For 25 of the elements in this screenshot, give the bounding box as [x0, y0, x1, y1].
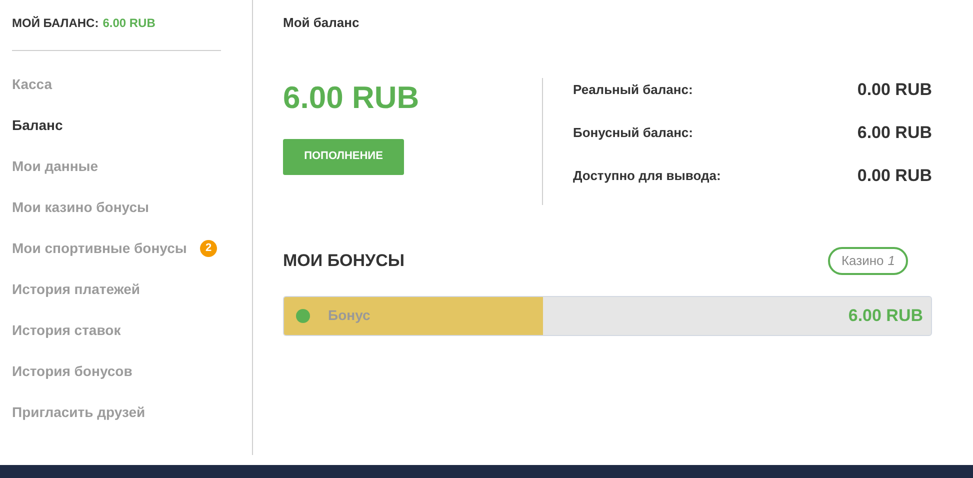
bonus-amount: 6.00 RUB	[848, 304, 923, 327]
casino-filter-chip[interactable]: Казино 1	[828, 246, 908, 274]
menu-link[interactable]: Мои данные	[12, 156, 98, 177]
menu-link[interactable]: Мои казино бонусы	[12, 197, 149, 218]
count-badge: 2	[200, 240, 217, 257]
menu-link[interactable]: Мои спортивные бонусы	[12, 238, 187, 259]
balance-type-label: Реальный баланс:	[573, 80, 693, 99]
balance-amount: 0.00 RUB	[857, 78, 932, 101]
total-balance: 6.00 RUB	[283, 82, 420, 112]
menu-link[interactable]: Пригласить друзей	[12, 402, 146, 423]
balance-amount: 0.00 RUB	[857, 164, 932, 187]
balance-type-label: Доступно для вывода:	[573, 166, 721, 185]
menu-link[interactable]: Баланс	[12, 115, 63, 136]
menu-link[interactable]: Касса	[12, 74, 52, 95]
menu-link[interactable]: История платежей	[12, 279, 140, 300]
balance-amount: 6.00 RUB	[857, 122, 932, 144]
bonus-name: Бонус	[328, 306, 370, 325]
balance-value: 6.00 RUB	[102, 15, 156, 32]
deposit-button[interactable]: ПОПОЛНЕНИЕ	[283, 138, 404, 174]
balance-type-label: Бонусный баланс:	[573, 124, 693, 142]
balance-label: МОЙ БАЛАНС:	[12, 15, 99, 32]
section-title: МОИ БОНУСЫ	[283, 250, 405, 272]
menu-link[interactable]: История ставок	[12, 320, 121, 341]
page-title: Мой баланс	[283, 14, 360, 32]
menu-link[interactable]: История бонусов	[12, 361, 132, 382]
